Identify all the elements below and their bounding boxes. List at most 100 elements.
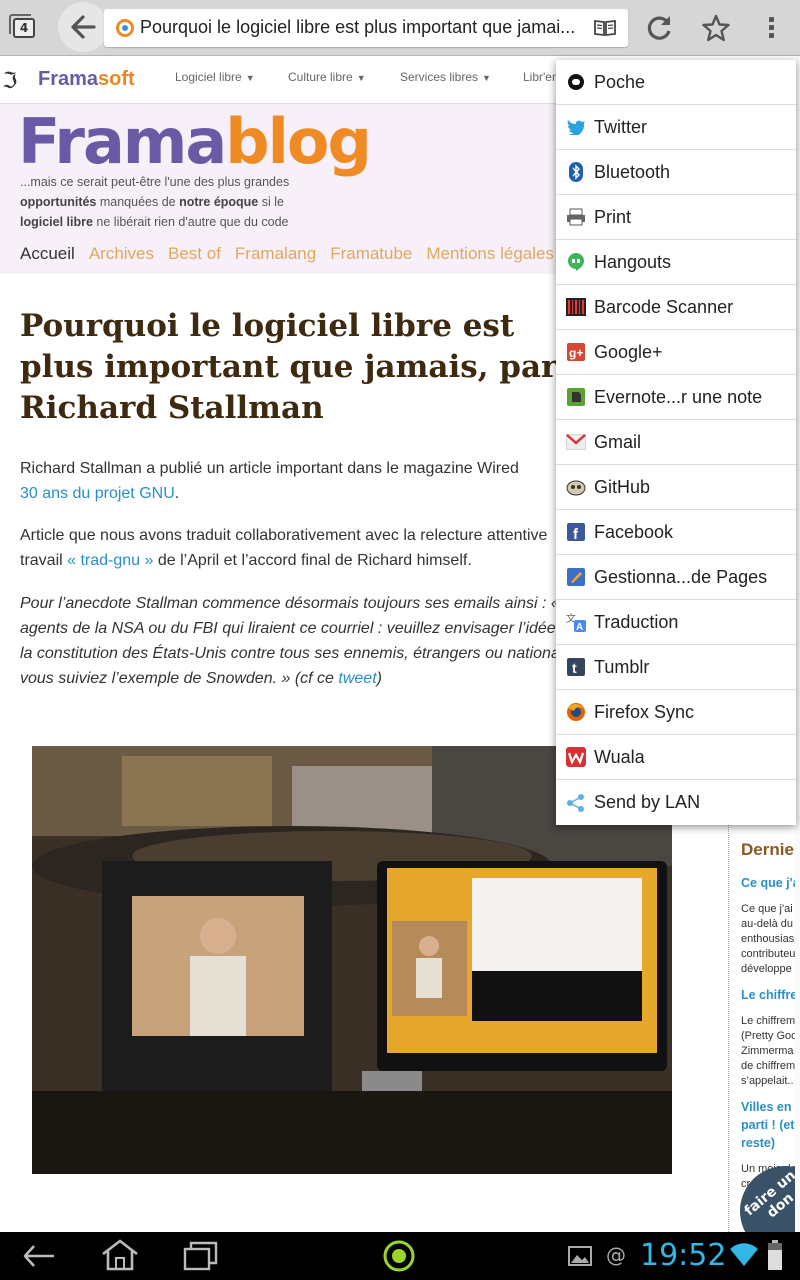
share-item-github[interactable]: GitHub bbox=[556, 465, 796, 510]
system-navigation-bar: @ 19:52 bbox=[0, 1232, 800, 1280]
sidebar-post-3-title-line3[interactable]: reste) bbox=[741, 1134, 775, 1152]
share-item-traduction[interactable]: 文A Traduction bbox=[556, 600, 796, 645]
blog-title-part2: blog bbox=[225, 105, 372, 178]
nav-culture-libre[interactable]: Culture libre ▼ bbox=[288, 70, 366, 84]
nav-logiciel-libre[interactable]: Logiciel libre ▼ bbox=[175, 70, 255, 84]
share-label: Gmail bbox=[594, 431, 642, 452]
caret-down-icon: ▼ bbox=[482, 73, 491, 83]
translate-icon: 文A bbox=[566, 612, 586, 632]
svg-text:t: t bbox=[572, 660, 577, 676]
sidebar-post-1-title[interactable]: Ce que j'a bbox=[741, 874, 800, 892]
share-label: GitHub bbox=[594, 476, 651, 497]
menu-framatube[interactable]: Framatube bbox=[330, 244, 412, 263]
tagline-text2: manquées de bbox=[96, 195, 180, 209]
p3-line3: la constitution des États-Unis contre to… bbox=[20, 645, 577, 662]
share-label: Wuala bbox=[594, 746, 645, 767]
share-label: Google+ bbox=[594, 341, 663, 362]
share-label: Facebook bbox=[594, 521, 674, 542]
tagline-bold2: notre époque bbox=[179, 195, 259, 209]
tweet-link[interactable]: tweet bbox=[338, 670, 376, 687]
overflow-menu-icon[interactable] bbox=[760, 14, 782, 42]
back-button[interactable] bbox=[58, 2, 108, 52]
share-label: Barcode Scanner bbox=[594, 296, 734, 317]
share-item-firefox-sync[interactable]: Firefox Sync bbox=[556, 690, 796, 735]
menu-archives[interactable]: Archives bbox=[89, 244, 154, 263]
app-indicator-icon[interactable] bbox=[382, 1239, 416, 1273]
hangouts-icon bbox=[566, 252, 586, 272]
facebook-icon: f bbox=[566, 522, 586, 542]
share-item-tumblr[interactable]: t Tumblr bbox=[556, 645, 796, 690]
reader-mode-icon[interactable] bbox=[594, 19, 616, 37]
framasoft-logo-icon[interactable]: ℑ bbox=[2, 69, 17, 94]
sidebar-post-3-title[interactable]: Villes en l bbox=[741, 1098, 798, 1116]
bookmark-star-icon[interactable] bbox=[702, 14, 730, 42]
share-icon bbox=[566, 793, 586, 813]
share-item-facebook[interactable]: f Facebook bbox=[556, 510, 796, 555]
gnu-30-years-link[interactable]: 30 ans du projet GNU bbox=[20, 485, 175, 502]
svg-text:A: A bbox=[576, 622, 583, 632]
brand-part2: soft bbox=[98, 68, 135, 90]
p2-line1: Article que nous avons traduit collabora… bbox=[20, 527, 548, 544]
share-item-print[interactable]: Print bbox=[556, 195, 796, 240]
blog-title-part1: Frama bbox=[18, 105, 227, 178]
share-menu: Poche Twitter Bluetooth Print Hangouts B… bbox=[556, 60, 796, 825]
share-item-send-by-lan[interactable]: Send by LAN bbox=[556, 780, 796, 825]
nav-libr-en[interactable]: Libr'en bbox=[523, 70, 559, 84]
firefox-icon bbox=[566, 702, 586, 722]
share-item-barcode-scanner[interactable]: Barcode Scanner bbox=[556, 285, 796, 330]
sidebar-post-3-title-line2[interactable]: parti ! (et bbox=[741, 1116, 794, 1134]
menu-framalang[interactable]: Framalang bbox=[235, 244, 316, 263]
share-item-bluetooth[interactable]: Bluetooth bbox=[556, 150, 796, 195]
share-item-hangouts[interactable]: Hangouts bbox=[556, 240, 796, 285]
framasoft-brand[interactable]: Framasoft bbox=[38, 68, 135, 91]
menu-best-of[interactable]: Best of bbox=[168, 244, 221, 263]
url-title[interactable]: Pourquoi le logiciel libre est plus impo… bbox=[140, 17, 580, 38]
sidebar-post-2-line: de chiffrem bbox=[741, 1060, 796, 1072]
barcode-scanner-icon bbox=[566, 297, 586, 317]
sidebar-post-1-line: développe bbox=[741, 963, 792, 975]
svg-text:g+: g+ bbox=[569, 346, 583, 360]
nav-recents-icon[interactable] bbox=[183, 1240, 219, 1272]
menu-mentions-legales[interactable]: Mentions légales bbox=[426, 244, 554, 263]
share-label: Hangouts bbox=[594, 251, 672, 272]
share-item-poche[interactable]: Poche bbox=[556, 60, 796, 105]
share-label: Traduction bbox=[594, 611, 679, 632]
brand-part1: Frama bbox=[38, 68, 99, 90]
article-title[interactable]: Pourquoi le logiciel libre est plus impo… bbox=[20, 306, 560, 429]
nav-back-icon[interactable] bbox=[22, 1242, 58, 1270]
share-item-gmail[interactable]: Gmail bbox=[556, 420, 796, 465]
tagline-bold3: logiciel libre bbox=[20, 215, 93, 229]
share-item-evernote[interactable]: Evernote...r une note bbox=[556, 375, 796, 420]
sidebar-post-2-title[interactable]: Le chiffre bbox=[741, 986, 797, 1004]
address-bar[interactable]: Pourquoi le logiciel libre est plus impo… bbox=[104, 9, 628, 47]
sidebar-post-2-line: (Pretty Goo bbox=[741, 1030, 798, 1042]
trad-gnu-link[interactable]: « trad-gnu » bbox=[67, 552, 153, 569]
tabs-icon[interactable]: 4 bbox=[9, 14, 35, 38]
google-plus-icon: g+ bbox=[566, 342, 586, 362]
clock: 19:52 bbox=[640, 1238, 727, 1273]
share-item-page-manager[interactable]: Gestionna...de Pages bbox=[556, 555, 796, 600]
nav-services-libres[interactable]: Services libres ▼ bbox=[400, 70, 491, 84]
share-item-twitter[interactable]: Twitter bbox=[556, 105, 796, 150]
back-icon bbox=[71, 15, 96, 39]
share-item-wuala[interactable]: Wuala bbox=[556, 735, 796, 780]
twitter-icon bbox=[566, 117, 586, 137]
caret-down-icon: ▼ bbox=[356, 73, 366, 83]
p3-line2: agents de la NSA ou du FBI qui liraient … bbox=[20, 620, 556, 637]
share-label: Gestionna...de Pages bbox=[594, 566, 768, 587]
share-item-google-plus[interactable]: g+ Google+ bbox=[556, 330, 796, 375]
share-label: Print bbox=[594, 206, 632, 227]
p3-line4: vous suiviez l’exemple de Snowden. » (cf… bbox=[20, 670, 339, 687]
p1-line1: Richard Stallman a publié un article imp… bbox=[20, 460, 519, 477]
menu-accueil[interactable]: Accueil bbox=[20, 244, 75, 263]
tumblr-icon: t bbox=[566, 657, 586, 677]
p3-line1: Pour l’anecdote Stallman commence désorm… bbox=[20, 595, 560, 612]
nav-home-icon[interactable] bbox=[100, 1238, 140, 1272]
print-icon bbox=[566, 207, 586, 227]
reload-icon[interactable] bbox=[646, 14, 674, 42]
tab-count-label: 4 bbox=[19, 21, 29, 35]
blog-logo[interactable]: Framablog bbox=[18, 104, 372, 180]
p2-end: de l’April et l’accord final de Richard … bbox=[153, 552, 472, 569]
share-label: Evernote...r une note bbox=[594, 386, 763, 407]
sidebar: Derniers Ce que j'a Ce que j'ai au-delà … bbox=[728, 756, 800, 1232]
